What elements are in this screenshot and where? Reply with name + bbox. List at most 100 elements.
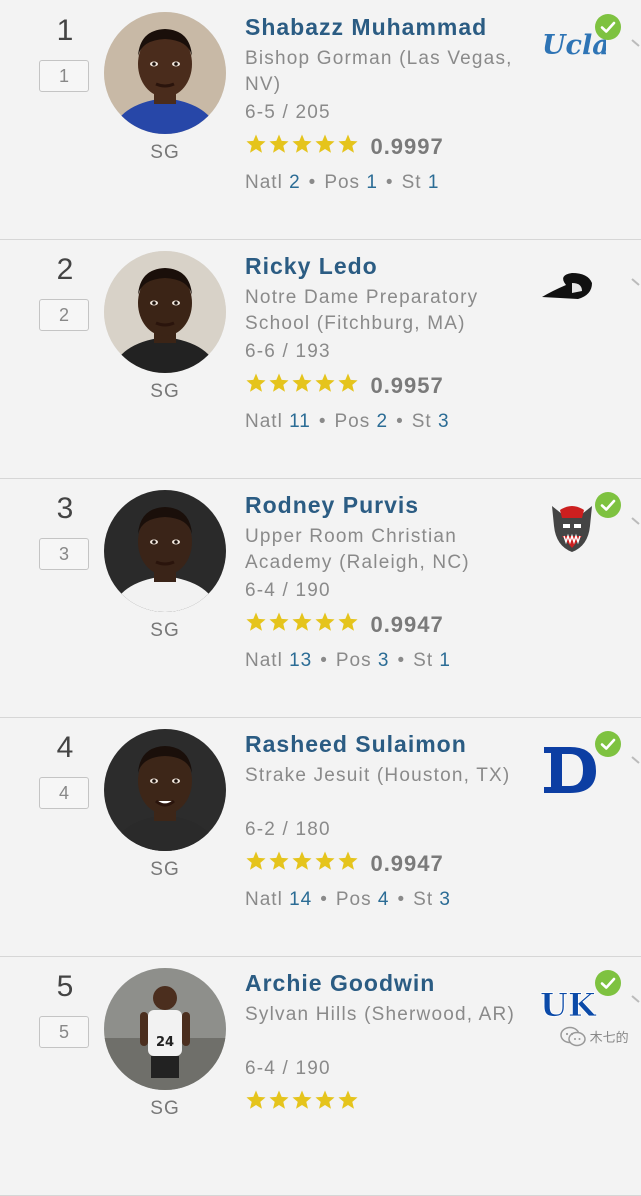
star-icon bbox=[314, 612, 337, 637]
player-avatar[interactable] bbox=[104, 12, 226, 134]
composite-rating: 0.9997 bbox=[370, 133, 444, 159]
star-icon bbox=[314, 373, 337, 398]
player-row[interactable]: 3 3 SG Rodney Purvis Upper Room Christia… bbox=[0, 478, 641, 718]
star-icon bbox=[337, 851, 360, 876]
st-label: St bbox=[413, 889, 434, 910]
player-name-link[interactable]: Rodney Purvis bbox=[245, 492, 419, 519]
player-avatar[interactable]: 24 bbox=[104, 968, 226, 1090]
previous-rank-box: 3 bbox=[39, 538, 89, 570]
rank-breakdown: Natl 13 • Pos 3 • St 1 bbox=[245, 650, 451, 672]
star-icon bbox=[245, 612, 268, 637]
state-rank-link[interactable]: 1 bbox=[428, 172, 440, 193]
rating-line bbox=[245, 1089, 370, 1115]
player-row[interactable]: 1 1 SG Shabazz Muhammad Bishop Gorman (L… bbox=[0, 0, 641, 240]
rank-breakdown: Natl 2 • Pos 1 • St 1 bbox=[245, 172, 439, 194]
separator-dot: • bbox=[320, 650, 328, 671]
natl-rank-link[interactable]: 11 bbox=[289, 411, 311, 432]
star-icon bbox=[268, 373, 291, 398]
composite-rating: 0.9957 bbox=[370, 372, 444, 398]
star-icon bbox=[245, 1090, 268, 1115]
player-avatar[interactable] bbox=[104, 729, 226, 851]
watermark: 木七的 bbox=[560, 1026, 629, 1052]
player-row[interactable]: 5 5 24 SG Archie Goodwin Sylvan Hills (S… bbox=[0, 956, 641, 1196]
star-icon bbox=[337, 1090, 360, 1115]
school-text: Bishop Gorman (Las Vegas, NV) bbox=[245, 48, 513, 95]
star-icon bbox=[291, 1090, 314, 1115]
star-icon bbox=[337, 373, 360, 398]
pos-rank-link[interactable]: 2 bbox=[377, 411, 389, 432]
player-avatar[interactable] bbox=[104, 490, 226, 612]
pos-label: Pos bbox=[324, 172, 361, 193]
star-rating bbox=[245, 133, 360, 160]
player-name-link[interactable]: Ricky Ledo bbox=[245, 253, 378, 280]
previous-rank-box: 2 bbox=[39, 299, 89, 331]
star-icon bbox=[291, 134, 314, 159]
star-rating bbox=[245, 1089, 360, 1116]
st-label: St bbox=[401, 172, 422, 193]
star-rating bbox=[245, 611, 360, 638]
rating-line: 0.9947 bbox=[245, 611, 444, 637]
state-rank-link[interactable]: 1 bbox=[439, 650, 451, 671]
star-icon bbox=[245, 851, 268, 876]
chevron-down-icon[interactable] bbox=[630, 990, 641, 1008]
natl-label: Natl bbox=[245, 411, 283, 432]
natl-rank-link[interactable]: 2 bbox=[289, 172, 301, 193]
player-name-link[interactable]: Rasheed Sulaimon bbox=[245, 731, 467, 758]
rating-line: 0.9947 bbox=[245, 850, 444, 876]
height-weight: 6-2 / 180 bbox=[245, 819, 331, 840]
state-rank-link[interactable]: 3 bbox=[439, 889, 451, 910]
pos-rank-link[interactable]: 3 bbox=[378, 650, 390, 671]
player-row[interactable]: 2 2 SG Ricky Ledo Notre Dame Preparatory… bbox=[0, 239, 641, 479]
star-icon bbox=[314, 134, 337, 159]
natl-rank-link[interactable]: 13 bbox=[289, 650, 312, 671]
st-label: St bbox=[413, 650, 434, 671]
position-label: SG bbox=[150, 142, 180, 163]
chevron-down-icon[interactable] bbox=[630, 751, 641, 769]
player-avatar[interactable] bbox=[104, 251, 226, 373]
committed-check-icon bbox=[595, 970, 621, 996]
watermark-text: 木七的 bbox=[589, 1029, 629, 1045]
star-icon bbox=[314, 1090, 337, 1115]
pos-rank-link[interactable]: 1 bbox=[366, 172, 378, 193]
natl-label: Natl bbox=[245, 650, 283, 671]
chevron-down-icon[interactable] bbox=[630, 512, 641, 530]
natl-rank-link[interactable]: 14 bbox=[289, 889, 312, 910]
star-icon bbox=[291, 851, 314, 876]
providence-friar-logo[interactable] bbox=[538, 261, 606, 317]
chevron-down-icon[interactable] bbox=[630, 273, 641, 291]
separator-dot: • bbox=[318, 411, 327, 432]
position-label: SG bbox=[150, 859, 180, 880]
star-icon bbox=[268, 1090, 291, 1115]
player-name-link[interactable]: Archie Goodwin bbox=[245, 970, 435, 997]
svg-text:24: 24 bbox=[156, 1035, 174, 1050]
height-weight: 6-4 / 190 bbox=[245, 580, 331, 601]
state-rank-link[interactable]: 3 bbox=[438, 411, 450, 432]
star-rating bbox=[245, 372, 360, 399]
rating-line: 0.9957 bbox=[245, 372, 444, 398]
player-row[interactable]: 4 4 SG Rasheed Sulaimon Strake Jesuit (H… bbox=[0, 717, 641, 957]
school-text: Sylvan Hills (Sherwood, AR) bbox=[245, 1004, 515, 1025]
rank-number: 3 bbox=[56, 492, 74, 525]
star-icon bbox=[268, 612, 291, 637]
position-label: SG bbox=[150, 381, 180, 402]
pos-rank-link[interactable]: 4 bbox=[378, 889, 390, 910]
previous-rank-box: 5 bbox=[39, 1016, 89, 1048]
wechat-icon bbox=[560, 1026, 586, 1051]
rating-line: 0.9997 bbox=[245, 133, 444, 159]
pos-label: Pos bbox=[334, 411, 371, 432]
position-label: SG bbox=[150, 1098, 180, 1119]
star-icon bbox=[337, 134, 360, 159]
chevron-down-icon[interactable] bbox=[630, 34, 641, 52]
pos-label: Pos bbox=[335, 650, 372, 671]
separator-dot: • bbox=[385, 172, 394, 193]
school-text: Strake Jesuit (Houston, TX) bbox=[245, 765, 511, 786]
st-label: St bbox=[411, 411, 432, 432]
star-icon bbox=[291, 373, 314, 398]
rank-number: 4 bbox=[56, 731, 74, 764]
separator-dot: • bbox=[320, 889, 328, 910]
svg-text:UK: UK bbox=[540, 986, 597, 1024]
separator-dot: • bbox=[396, 411, 404, 432]
player-name-link[interactable]: Shabazz Muhammad bbox=[245, 14, 487, 41]
pos-label: Pos bbox=[335, 889, 372, 910]
star-icon bbox=[337, 612, 360, 637]
